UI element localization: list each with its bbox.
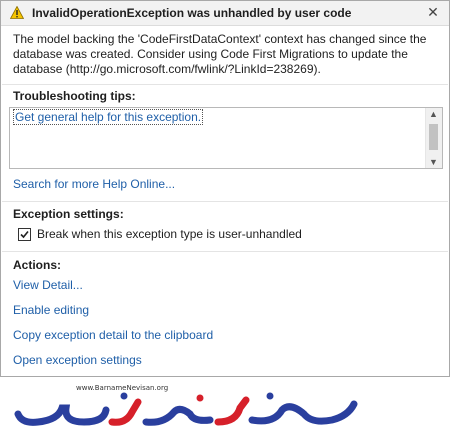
- exception-assistant-dialog: InvalidOperationException was unhandled …: [0, 0, 450, 377]
- checkmark-icon: [20, 230, 29, 239]
- scroll-up-icon[interactable]: ▲: [429, 109, 438, 119]
- open-exception-settings-link[interactable]: Open exception settings: [13, 353, 142, 367]
- exception-settings-label: Exception settings:: [13, 207, 124, 221]
- troubleshooting-label: Troubleshooting tips:: [13, 89, 136, 103]
- enable-editing-link[interactable]: Enable editing: [13, 303, 89, 317]
- close-button[interactable]: ✕: [425, 4, 441, 20]
- view-detail-link[interactable]: View Detail...: [13, 278, 83, 292]
- actions-label: Actions:: [13, 258, 61, 272]
- exception-message: The model backing the 'CodeFirstDataCont…: [13, 32, 427, 76]
- troubleshooting-tips-list[interactable]: Get general help for this exception. ▲ ▼: [9, 107, 443, 169]
- scroll-down-icon[interactable]: ▼: [429, 157, 438, 167]
- dialog-title: InvalidOperationException was unhandled …: [32, 6, 352, 20]
- tips-scrollbar[interactable]: ▲ ▼: [425, 108, 442, 168]
- break-on-exception-label[interactable]: Break when this exception type is user-u…: [37, 227, 302, 241]
- tip-link-general-help[interactable]: Get general help for this exception.: [13, 109, 204, 125]
- copy-exception-detail-link[interactable]: Copy exception detail to the clipboard: [13, 328, 213, 342]
- warning-icon: [10, 6, 24, 19]
- divider: [2, 201, 448, 202]
- divider: [2, 84, 448, 85]
- break-on-exception-checkbox[interactable]: [18, 228, 31, 241]
- barnamenevisan-logo: [14, 392, 358, 426]
- dialog-titlebar: InvalidOperationException was unhandled …: [1, 1, 449, 26]
- divider: [2, 251, 448, 252]
- scroll-thumb[interactable]: [429, 124, 438, 150]
- watermark-url: www.BarnameNevisan.org: [76, 384, 169, 392]
- search-help-online-link[interactable]: Search for more Help Online...: [13, 177, 175, 191]
- site-watermark-logo: www.BarnameNevisan.org: [14, 384, 364, 428]
